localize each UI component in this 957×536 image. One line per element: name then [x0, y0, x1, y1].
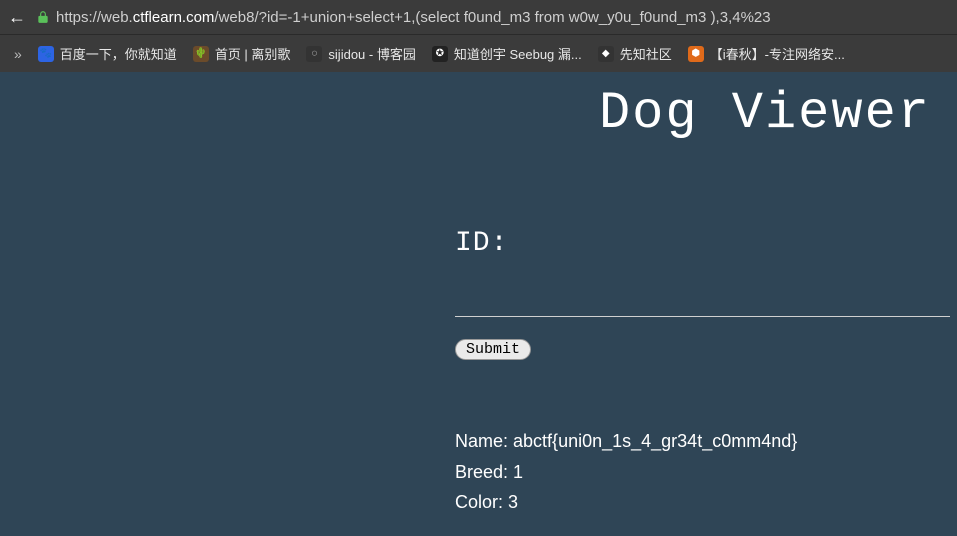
bookmark-sijidou-favicon: ◌ [306, 46, 322, 62]
back-arrow-icon[interactable]: ← [8, 7, 26, 28]
page-title: Dog Viewer [599, 84, 931, 143]
bookmark-seebug-favicon: ✪ [432, 46, 448, 62]
address-bar-row: ← https://web.ctflearn.com/web8/?id=-1+u… [0, 0, 957, 34]
url-host-pre: web. [101, 9, 133, 26]
bookmark-libie-favicon: 🌵 [193, 46, 209, 62]
result-color-label: Color: [455, 492, 508, 512]
bookmark-libie-label: 首页 | 离别歌 [215, 44, 291, 63]
id-label: ID: [455, 228, 957, 259]
url-host-main: ctflearn.com [133, 9, 215, 26]
bookmark-xianzhi[interactable]: ◆ 先知社区 [590, 40, 680, 67]
id-input[interactable] [455, 297, 950, 317]
results-block: Name: abctf{uni0n_1s_4_gr34t_c0mm4nd} Br… [455, 426, 797, 518]
bookmark-sijidou-label: sijidou - 博客园 [328, 44, 415, 63]
bookmark-sijidou[interactable]: ◌ sijidou - 博客园 [298, 40, 423, 67]
result-color-row: Color: 3 [455, 487, 797, 518]
bookmark-ichunqiu-label: 【i春秋】-专注网络安... [710, 44, 845, 63]
lock-icon[interactable] [36, 10, 50, 24]
bookmark-ichunqiu-favicon: ⬢ [688, 46, 704, 62]
bookmark-baidu[interactable]: 🐾 百度一下，你就知道 [30, 40, 185, 67]
url-path: /web8/?id=-1+union+select+1,(select f0un… [214, 9, 770, 26]
bookmark-xianzhi-favicon: ◆ [598, 46, 614, 62]
result-breed-value: 1 [513, 462, 523, 482]
result-name-label: Name: [455, 431, 513, 451]
result-name-row: Name: abctf{uni0n_1s_4_gr34t_c0mm4nd} [455, 426, 797, 457]
bookmark-baidu-label: 百度一下，你就知道 [60, 44, 177, 63]
bookmark-seebug[interactable]: ✪ 知道创宇 Seebug 漏... [424, 40, 590, 67]
bookmarks-overflow-left-icon[interactable]: » [8, 46, 28, 62]
result-color-value: 3 [508, 492, 518, 512]
bookmark-xianzhi-label: 先知社区 [620, 44, 672, 63]
url-display[interactable]: https://web.ctflearn.com/web8/?id=-1+uni… [56, 9, 771, 26]
bookmark-seebug-label: 知道创宇 Seebug 漏... [454, 44, 582, 63]
result-breed-row: Breed: 1 [455, 457, 797, 488]
url-scheme: https:// [56, 9, 101, 26]
bookmark-baidu-favicon: 🐾 [38, 46, 54, 62]
result-breed-label: Breed: [455, 462, 513, 482]
result-name-value: abctf{uni0n_1s_4_gr34t_c0mm4nd} [513, 431, 797, 451]
bookmark-libie[interactable]: 🌵 首页 | 离别歌 [185, 40, 299, 67]
submit-button[interactable]: Submit [455, 339, 531, 360]
bookmarks-bar: » 🐾 百度一下，你就知道 🌵 首页 | 离别歌 ◌ sijidou - 博客园 ✪ 知道创宇… [0, 34, 957, 72]
query-form: ID: Submit [455, 228, 957, 360]
bookmark-ichunqiu[interactable]: ⬢ 【i春秋】-专注网络安... [680, 40, 853, 67]
page-content: Dog Viewer ID: Submit Name: abctf{uni0n_… [0, 72, 957, 536]
